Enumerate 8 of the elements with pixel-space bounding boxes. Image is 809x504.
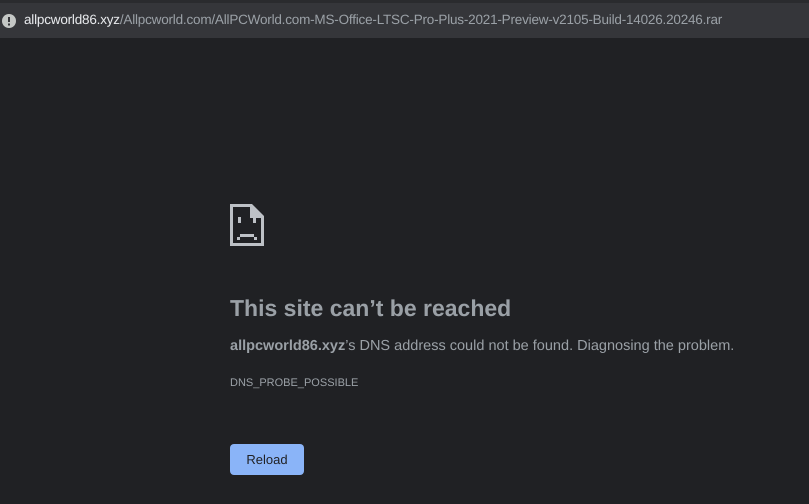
error-message: allpcworld86.xyz’s DNS address could not be found. Diagnosing the problem. <box>230 337 734 356</box>
address-bar[interactable]: allpcworld86.xyz/Allpcworld.com/AllPCWorld.com-MS-Office-LTSC-Pro-Plus-2021-Preview-v2105-Build-14026.20246.rar <box>0 0 809 38</box>
error-code: DNS_PROBE_POSSIBLE <box>230 376 358 391</box>
sad-page-icon <box>230 204 264 246</box>
error-title: This site can’t be reached <box>230 294 512 322</box>
reload-button[interactable]: Reload <box>230 444 304 476</box>
url-text: allpcworld86.xyz/Allpcworld.com/AllPCWorld.com-MS-Office-LTSC-Pro-Plus-2021-Preview-v2105-Build-14026.20246.rar <box>24 11 722 30</box>
info-icon[interactable] <box>2 14 16 28</box>
